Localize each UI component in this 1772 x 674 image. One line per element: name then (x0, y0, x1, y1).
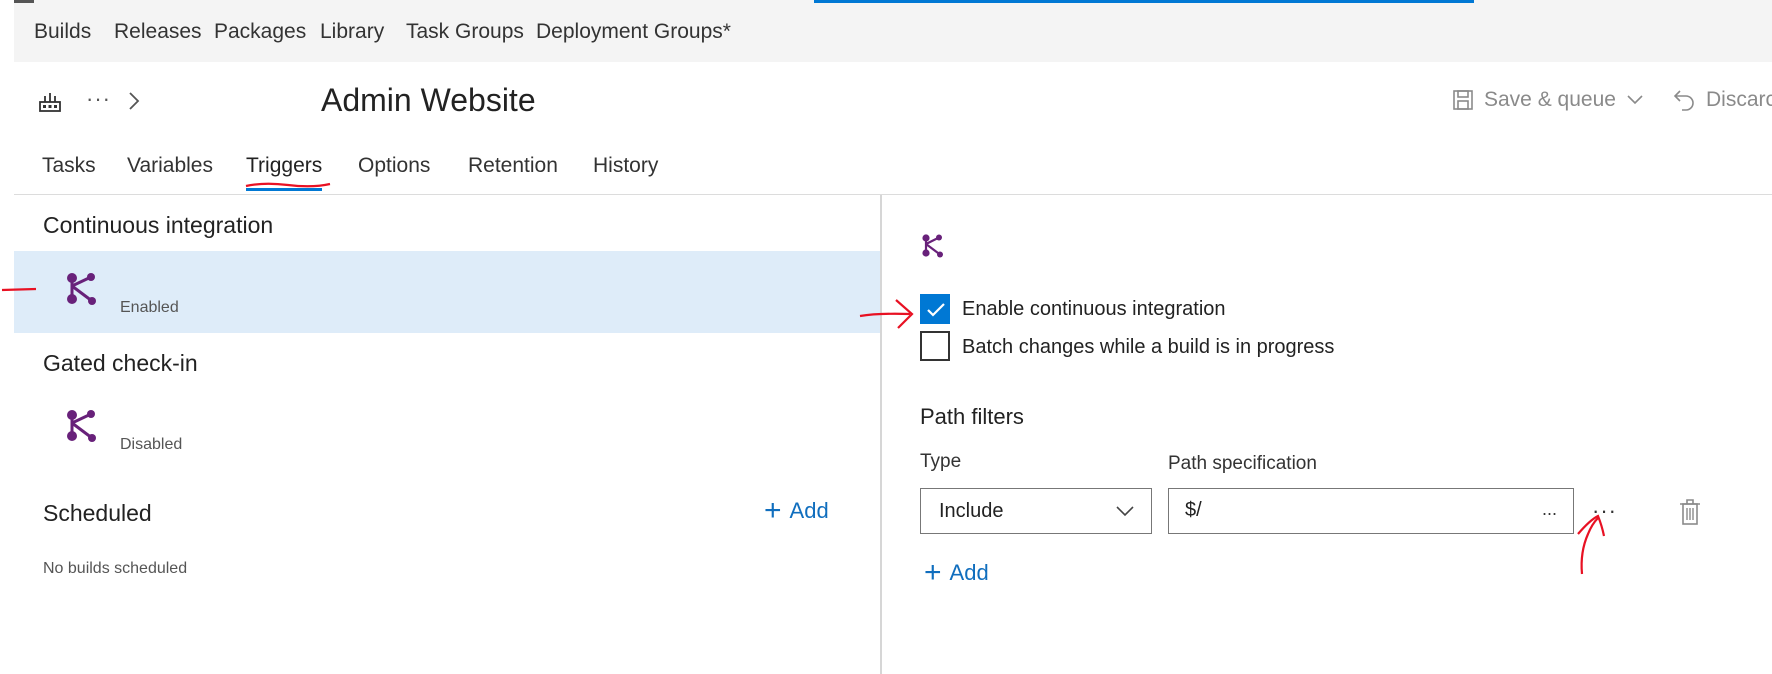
path-spec-input-box: ... (1168, 488, 1574, 534)
path-filters-title: Path filters (920, 404, 1024, 429)
save-icon (1453, 90, 1473, 110)
batch-changes-checkbox[interactable] (920, 331, 950, 361)
filter-type-select[interactable]: Include (920, 488, 1152, 534)
page-title: Admin Website (321, 82, 536, 118)
chevron-down-icon (1627, 95, 1643, 105)
tabs-divider (14, 194, 1772, 195)
discard-button[interactable]: Discarc (1672, 88, 1772, 112)
pane-divider[interactable] (880, 195, 882, 674)
ci-trigger-icon (67, 273, 96, 305)
tab-variables[interactable]: Variables (127, 154, 213, 178)
filter-row-more-button[interactable]: ··· (1592, 498, 1617, 524)
trash-icon[interactable] (1678, 498, 1702, 526)
filter-type-value: Include (939, 500, 1004, 522)
top-accent-line (814, 0, 1474, 3)
tab-options[interactable]: Options (358, 154, 430, 178)
chevron-right-icon[interactable] (124, 90, 144, 112)
tab-triggers[interactable]: Triggers (246, 154, 322, 178)
enable-ci-checkbox[interactable] (920, 294, 950, 324)
add-schedule-button[interactable]: + Add (764, 496, 829, 526)
add-schedule-label: Add (789, 498, 829, 523)
top-navigation: Builds Releases Packages Library Task Gr… (14, 0, 1772, 62)
add-path-filter-button[interactable]: + Add (924, 558, 989, 588)
nav-builds[interactable]: Builds (34, 20, 91, 44)
nav-releases[interactable]: Releases (114, 20, 202, 44)
trigger-item-continuous-integration[interactable]: Enabled (14, 251, 880, 333)
annotation-underline (245, 182, 331, 188)
gated-trigger-icon (67, 410, 96, 442)
batch-changes-label[interactable]: Batch changes while a build is in progre… (962, 336, 1334, 359)
plus-icon: + (924, 556, 942, 589)
path-spec-field-label: Path specification (1168, 453, 1317, 474)
undo-icon (1673, 90, 1694, 111)
plus-icon: + (764, 494, 782, 527)
chevron-down-icon (1116, 506, 1134, 517)
discard-label: Discarc (1706, 88, 1772, 111)
nav-library[interactable]: Library (320, 20, 384, 44)
nav-packages[interactable]: Packages (214, 20, 306, 44)
ci-trigger-icon (922, 234, 943, 258)
enable-ci-label[interactable]: Enable continuous integration (962, 298, 1226, 321)
trigger-item-gated-check-in[interactable]: Disabled (14, 388, 880, 470)
gated-section-title: Gated check-in (43, 350, 198, 376)
add-path-filter-label: Add (949, 560, 989, 585)
tab-history[interactable]: History (593, 154, 658, 178)
browse-path-button[interactable]: ... (1542, 499, 1557, 520)
scheduled-section-title: Scheduled (43, 500, 152, 526)
tab-retention[interactable]: Retention (468, 154, 558, 178)
gated-trigger-status: Disabled (120, 436, 183, 453)
nav-task-groups[interactable]: Task Groups (406, 20, 524, 44)
no-builds-scheduled-text: No builds scheduled (43, 560, 188, 577)
ci-section-title: Continuous integration (43, 212, 274, 238)
path-spec-input[interactable] (1185, 499, 1485, 522)
checkmark-icon (927, 303, 945, 317)
save-and-queue-label: Save & queue (1484, 88, 1616, 111)
breadcrumb-more-button[interactable]: ··· (86, 86, 111, 112)
build-definition-icon[interactable] (38, 90, 62, 114)
type-field-label: Type (920, 451, 962, 472)
tab-tasks[interactable]: Tasks (42, 154, 96, 178)
top-accent-dark (14, 0, 34, 3)
ci-trigger-status: Enabled (120, 299, 179, 316)
nav-deployment-groups[interactable]: Deployment Groups* (536, 20, 731, 44)
save-and-queue-button[interactable]: Save & queue (1452, 88, 1644, 112)
